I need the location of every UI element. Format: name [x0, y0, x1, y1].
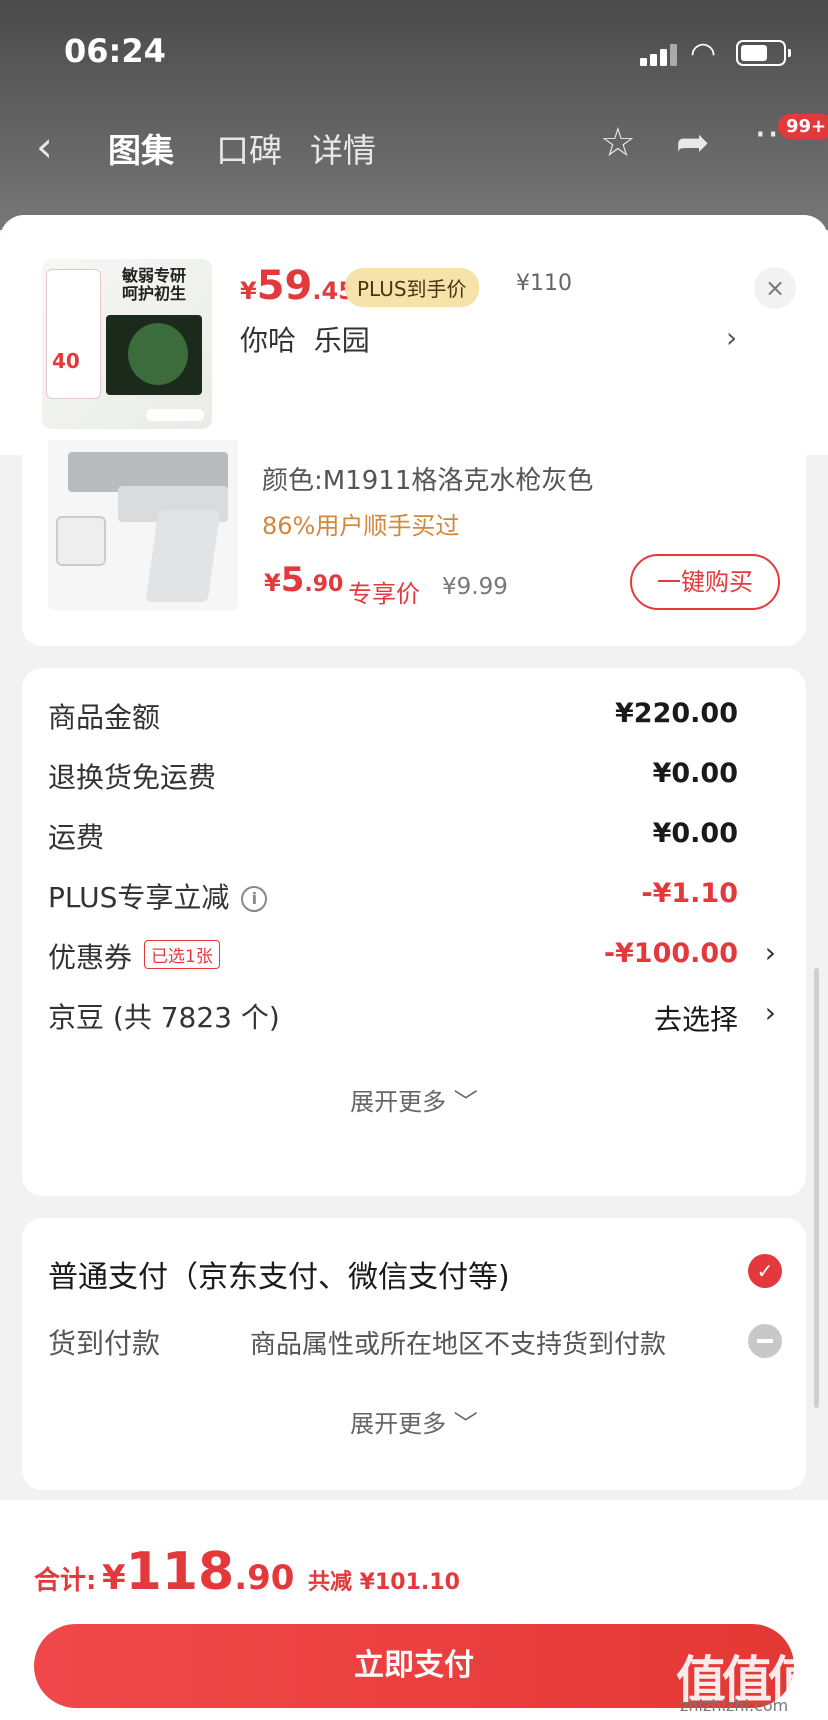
row-label: 优惠券 已选1张: [48, 936, 220, 976]
price-integer: 5: [280, 560, 305, 600]
summary-row-coupon[interactable]: 优惠券 已选1张 -¥100.00 ›: [48, 930, 776, 980]
order-summary-card: 商品金额 ¥220.00 退换货免运费 ¥0.00 运费 ¥0.00 PLUS专…: [22, 668, 806, 1196]
summary-row-return-shipping: 退换货免运费 ¥0.00: [48, 750, 776, 800]
popup-price: ¥59.45: [240, 263, 355, 309]
total-label: 合计:: [34, 1566, 97, 1596]
row-value: ¥220.00: [615, 698, 738, 729]
share-icon[interactable]: ➦: [676, 120, 710, 166]
close-icon[interactable]: ×: [754, 267, 796, 309]
total-savings: 共减 ¥101.10: [308, 1570, 460, 1595]
product-thumbnail[interactable]: 40 敏弱专研 呵护初生: [42, 259, 212, 429]
total-amount: 合计: ¥118.90 共减 ¥101.10: [34, 1542, 460, 1602]
chevron-right-icon[interactable]: ›: [765, 936, 776, 969]
product-variant: 颜色:M1911格洛克水枪灰色: [262, 466, 594, 496]
thumbnail-tag: 40: [52, 349, 80, 373]
row-label: 商品金额: [48, 701, 161, 734]
wifi-icon: ◠: [690, 36, 717, 71]
row-label: 京豆 (共 7823 个): [48, 1001, 280, 1034]
row-label: 运费: [48, 821, 105, 854]
price-integer: 59: [256, 263, 313, 309]
tab-reviews[interactable]: 口碑: [216, 124, 282, 172]
summary-row-jingdou[interactable]: 京豆 (共 7823 个) 去选择 ›: [48, 990, 776, 1040]
buyers-note: 86%用户顺手买过: [262, 512, 460, 540]
image-part-inset: [56, 516, 106, 566]
tab-gallery[interactable]: 图集: [108, 124, 174, 172]
back-icon[interactable]: ‹: [36, 122, 53, 171]
summary-row-goods-amount: 商品金额 ¥220.00: [48, 690, 776, 740]
status-bar: 06:24 ◠: [0, 0, 828, 100]
payment-method-card: 普通支付（京东支付、微信支付等) ✓ 货到付款 商品属性或所在地区不支持货到付款…: [22, 1218, 806, 1490]
recommended-product-card: 颜色:M1911格洛克水枪灰色 86%用户顺手买过 ¥5.90 专享价 ¥9.9…: [22, 440, 806, 646]
chevron-right-icon[interactable]: ›: [726, 321, 737, 354]
recommend-price: ¥5.90: [264, 560, 343, 600]
product-name[interactable]: 你哈 乐园: [240, 319, 370, 359]
total-currency: ¥: [101, 1558, 126, 1598]
normal-payment-option[interactable]: 普通支付（京东支付、微信支付等): [48, 1252, 510, 1296]
price-currency: ¥: [240, 277, 257, 305]
cash-on-delivery-label: 货到付款: [48, 1327, 161, 1360]
row-value[interactable]: 去选择: [654, 998, 738, 1038]
expand-more-button[interactable]: 展开更多 ﹀: [22, 1404, 806, 1439]
row-value: -¥100.00: [603, 938, 738, 969]
expand-more-button[interactable]: 展开更多 ﹀: [22, 1082, 806, 1117]
battery-icon: [736, 40, 791, 66]
product-popup: 40 敏弱专研 呵护初生 ¥59.45 PLUS到手价 ¥110 × 你哈 乐园…: [0, 215, 828, 455]
total-decimal: .90: [234, 1558, 295, 1598]
favorite-star-icon[interactable]: ☆: [600, 120, 636, 166]
one-click-buy-button[interactable]: 一键购买: [630, 554, 780, 610]
price-decimal: .90: [304, 572, 344, 597]
thumbnail-coupon-strip: [46, 269, 101, 399]
recommended-product-image[interactable]: [48, 440, 238, 610]
old-price: ¥9.99: [442, 574, 508, 600]
signal-icon: [640, 44, 680, 66]
disabled-minus-icon: [748, 1324, 782, 1358]
row-label: PLUS专享立减 i: [48, 876, 268, 916]
watermark-url: zhizhizhi.com: [680, 1696, 789, 1715]
selected-check-icon[interactable]: ✓: [748, 1254, 782, 1288]
tab-details[interactable]: 详情: [310, 124, 376, 172]
row-label: 退换货免运费: [48, 761, 217, 794]
message-badge: 99+: [778, 114, 828, 139]
exclusive-price-label: 专享价: [348, 580, 420, 608]
image-part-grip: [145, 510, 221, 602]
checkout-bar: 合计: ¥118.90 共减 ¥101.10 立即支付 值值值 zhizhizh…: [0, 1500, 828, 1720]
summary-row-plus-discount: PLUS专享立减 i -¥1.10: [48, 870, 776, 920]
summary-row-shipping: 运费 ¥0.00: [48, 810, 776, 860]
thumbnail-package: [106, 315, 202, 395]
scrollbar[interactable]: [814, 968, 819, 1408]
status-time: 06:24: [64, 32, 166, 70]
row-label-text: PLUS专享立减: [48, 881, 230, 914]
row-value: ¥0.00: [652, 758, 738, 789]
top-navigation: ‹ 图集 口碑 详情 ☆ ➦ ··· 99+: [0, 112, 828, 178]
original-price: ¥110: [516, 271, 572, 296]
row-label-text: 优惠券: [48, 941, 133, 974]
thumbnail-footer: [146, 409, 204, 421]
row-value: ¥0.00: [652, 818, 738, 849]
total-integer: 118: [125, 1542, 235, 1602]
info-icon[interactable]: i: [241, 886, 268, 912]
price-currency: ¥: [264, 569, 281, 597]
chevron-right-icon[interactable]: ›: [765, 996, 776, 1029]
cash-on-delivery-note: 商品属性或所在地区不支持货到付款: [250, 1330, 667, 1360]
row-value: -¥1.10: [641, 878, 738, 909]
thumbnail-headline: 敏弱专研 呵护初生: [122, 266, 187, 303]
coupon-selected-tag: 已选1张: [144, 940, 220, 969]
plus-price-tag: PLUS到手价: [345, 268, 479, 307]
